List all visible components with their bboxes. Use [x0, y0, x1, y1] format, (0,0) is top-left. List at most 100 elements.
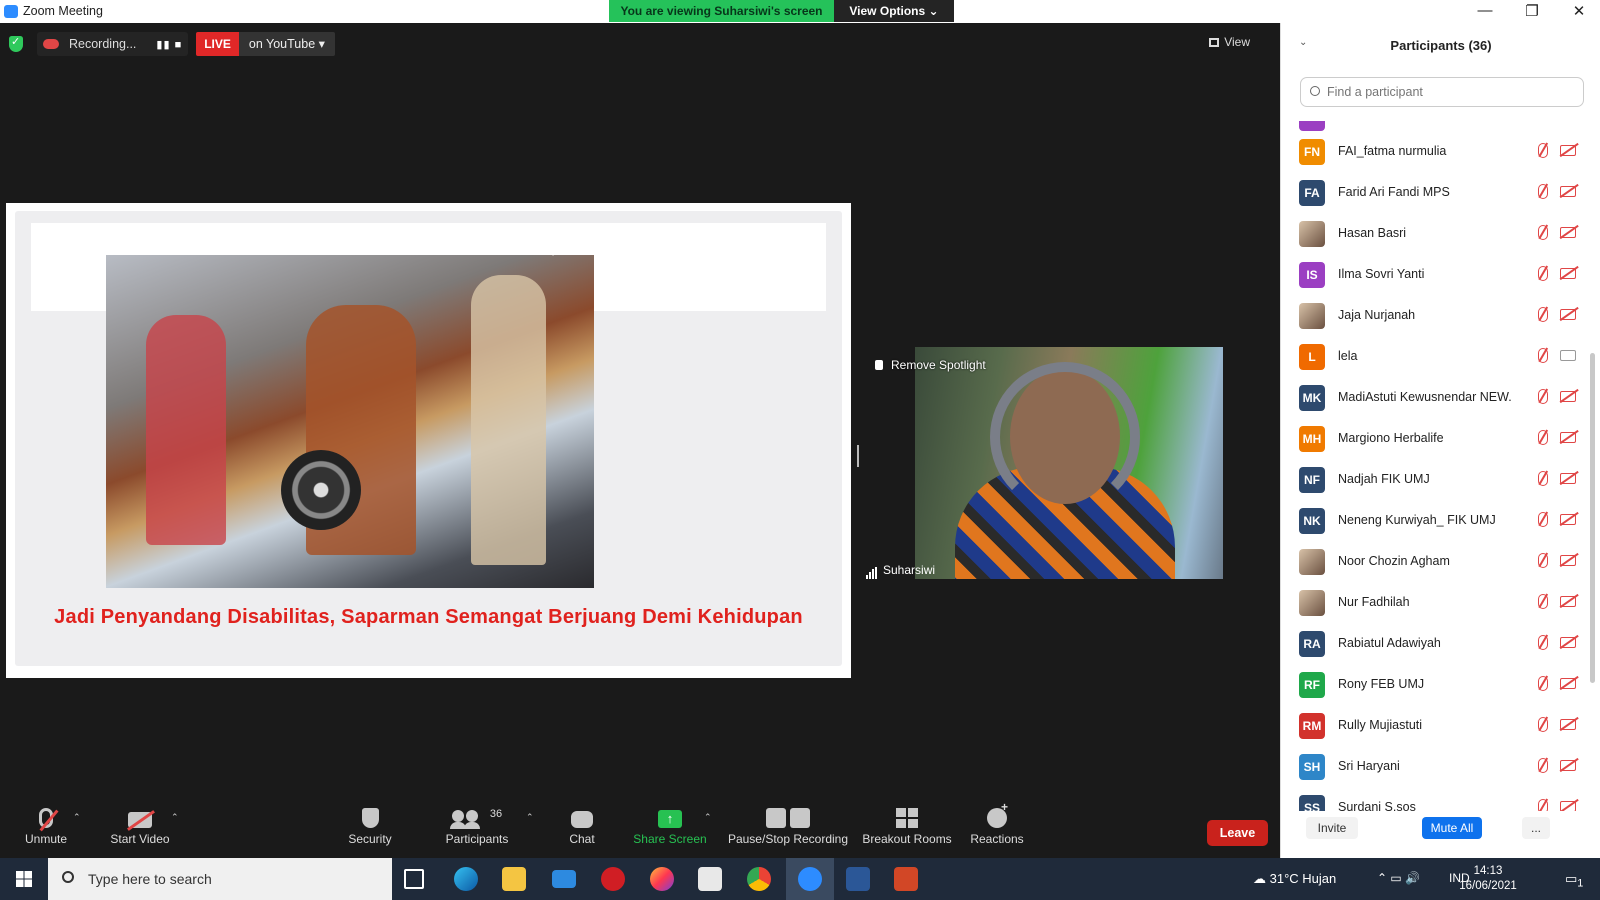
microphone-muted-icon[interactable] [1538, 676, 1548, 691]
taskbar-search-box[interactable]: Type here to search [48, 858, 392, 900]
microphone-muted-icon[interactable] [1538, 512, 1548, 527]
restore-button[interactable]: ❐ [1522, 2, 1542, 20]
word-icon[interactable] [846, 867, 870, 891]
microphone-muted-icon[interactable] [1538, 143, 1548, 158]
powerpoint-icon[interactable] [894, 867, 918, 891]
live-destination-dropdown[interactable]: on YouTube ▾ [238, 32, 335, 56]
system-tray-icons[interactable]: ⌃ ▭ 🔊 [1377, 871, 1420, 885]
microphone-muted-icon[interactable] [1538, 799, 1548, 811]
notifications-icon[interactable]: ▭1 [1565, 871, 1583, 890]
view-layout-button[interactable]: View [1209, 35, 1250, 49]
participant-row[interactable]: RM Rully Mujiastuti [1281, 705, 1600, 746]
mail-icon[interactable] [552, 870, 576, 888]
video-off-icon[interactable] [1560, 555, 1576, 566]
participant-row-partial[interactable] [1281, 121, 1600, 131]
minimize-button[interactable]: — [1475, 2, 1495, 19]
pause-stop-recording-button[interactable]: Pause/Stop Recording [725, 802, 851, 858]
recording-pause-stop-controls[interactable]: ▮▮ ■ [156, 38, 182, 51]
participant-row[interactable]: RA Rabiatul Adawiyah [1281, 623, 1600, 664]
weather-widget[interactable]: ☁ 31°C Hujan [1253, 871, 1336, 887]
encryption-shield-icon[interactable] [9, 35, 23, 52]
video-options-caret[interactable]: ⌃ [171, 812, 179, 823]
participant-row[interactable]: FN FAI_fatma nurmulia [1281, 131, 1600, 172]
video-camera-icon[interactable] [1560, 350, 1576, 361]
participant-row[interactable]: IS Ilma Sovri Yanti [1281, 254, 1600, 295]
video-off-icon[interactable] [1560, 596, 1576, 607]
share-options-caret[interactable]: ⌃ [704, 812, 712, 823]
unmute-button[interactable]: Unmute [14, 802, 78, 858]
video-off-icon[interactable] [1560, 227, 1576, 238]
participant-row[interactable]: Nur Fadhilah [1281, 582, 1600, 623]
file-explorer-icon[interactable] [502, 867, 526, 891]
video-off-icon[interactable] [1560, 514, 1576, 525]
find-participant-input[interactable] [1300, 77, 1584, 107]
windows-start-icon[interactable] [16, 871, 32, 887]
microphone-muted-icon[interactable] [1538, 225, 1548, 240]
view-options-button[interactable]: View Options ⌄ [834, 0, 954, 22]
chrome-icon[interactable] [747, 867, 771, 891]
microphone-muted-icon[interactable] [1538, 266, 1548, 281]
edge-browser-icon[interactable] [454, 867, 478, 891]
participants-options-caret[interactable]: ⌃ [526, 812, 534, 823]
reactions-button[interactable]: Reactions [966, 800, 1028, 858]
video-off-icon[interactable] [1560, 637, 1576, 648]
participant-row[interactable]: Noor Chozin Agham [1281, 541, 1600, 582]
microphone-muted-icon[interactable] [1538, 389, 1548, 404]
participant-row[interactable]: Jaja Nurjanah [1281, 295, 1600, 336]
microphone-muted-icon[interactable] [1538, 471, 1548, 486]
video-off-icon[interactable] [1560, 760, 1576, 771]
video-off-icon[interactable] [1560, 719, 1576, 730]
breakout-rooms-button[interactable]: Breakout Rooms [858, 802, 956, 858]
video-off-icon[interactable] [1560, 268, 1576, 279]
video-off-icon[interactable] [1560, 309, 1576, 320]
view-splitter-handle[interactable] [857, 445, 859, 467]
microphone-muted-icon[interactable] [1538, 184, 1548, 199]
participant-row[interactable]: NK Neneng Kurwiyah_ FIK UMJ [1281, 500, 1600, 541]
participant-row[interactable]: Hasan Basri [1281, 213, 1600, 254]
participant-row[interactable]: MK MadiAstuti Kewusnendar NEW. [1281, 377, 1600, 418]
participants-button[interactable]: 36 Participants [440, 802, 514, 858]
video-off-icon[interactable] [1560, 678, 1576, 689]
mute-all-button[interactable]: Mute All [1422, 817, 1482, 839]
video-off-icon[interactable] [1560, 432, 1576, 443]
microphone-muted-icon[interactable] [1538, 307, 1548, 322]
video-off-icon[interactable] [1560, 186, 1576, 197]
start-video-button[interactable]: Start Video [102, 802, 178, 858]
share-screen-button[interactable]: ↑ Share Screen [630, 802, 710, 858]
remove-spotlight-button[interactable]: Remove Spotlight [875, 358, 986, 372]
participant-row[interactable]: SH Sri Haryani [1281, 746, 1600, 787]
participant-row[interactable]: SS Surdani S.sos [1281, 787, 1600, 811]
participant-row[interactable]: FA Farid Ari Fandi MPS [1281, 172, 1600, 213]
video-off-icon[interactable] [1560, 801, 1576, 811]
microphone-muted-icon[interactable] [1538, 430, 1548, 445]
participant-list[interactable]: FN FAI_fatma nurmulia FA Farid Ari Fandi MP… [1281, 121, 1600, 811]
microsoft-store-icon[interactable] [698, 867, 722, 891]
invite-button[interactable]: Invite [1306, 817, 1358, 839]
participant-row[interactable]: NF Nadjah FIK UMJ [1281, 459, 1600, 500]
participant-list-scrollbar[interactable] [1590, 353, 1595, 683]
close-button[interactable]: ✕ [1569, 2, 1589, 20]
audio-options-caret[interactable]: ⌃ [73, 812, 81, 823]
zoom-icon[interactable] [798, 867, 822, 891]
microphone-muted-icon[interactable] [1538, 594, 1548, 609]
microphone-muted-icon[interactable] [1538, 635, 1548, 650]
microphone-muted-icon[interactable] [1538, 758, 1548, 773]
security-button[interactable]: Security [340, 802, 400, 858]
more-options-button[interactable]: ... [1522, 817, 1550, 839]
taskbar-clock[interactable]: 14:13 16/06/2021 [1456, 864, 1520, 894]
spotlight-video[interactable] [915, 347, 1223, 579]
task-view-icon[interactable] [404, 869, 424, 889]
participant-row[interactable]: MH Margiono Herbalife [1281, 418, 1600, 459]
firefox-icon[interactable] [650, 867, 674, 891]
chat-button[interactable]: Chat [560, 802, 604, 858]
security-app-icon[interactable] [601, 867, 625, 891]
microphone-muted-icon[interactable] [1538, 553, 1548, 568]
participant-row[interactable]: Llela [1281, 336, 1600, 377]
video-off-icon[interactable] [1560, 473, 1576, 484]
leave-button[interactable]: Leave [1207, 820, 1268, 846]
participant-row[interactable]: RF Rony FEB UMJ [1281, 664, 1600, 705]
video-off-icon[interactable] [1560, 391, 1576, 402]
video-off-icon[interactable] [1560, 145, 1576, 156]
microphone-muted-icon[interactable] [1538, 348, 1548, 363]
microphone-muted-icon[interactable] [1538, 717, 1548, 732]
